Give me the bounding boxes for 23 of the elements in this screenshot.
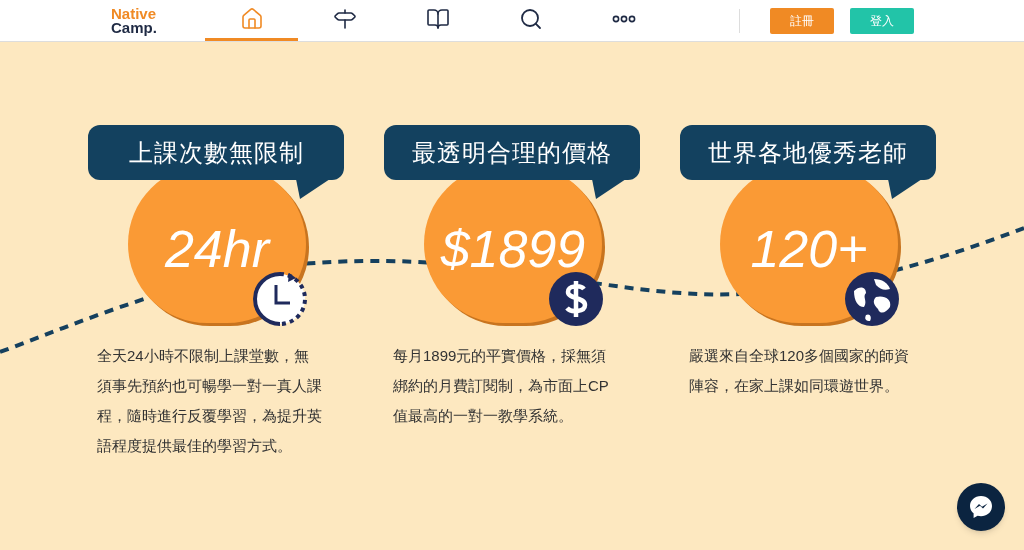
stat-number: 120+ xyxy=(750,219,868,280)
feature-title: 最透明合理的價格 xyxy=(412,137,612,168)
signup-button[interactable]: 註冊 xyxy=(770,7,834,34)
globe-icon xyxy=(844,271,900,327)
feature-description: 每月1899元的平實價格，採無須綁約的月費訂閱制，為市面上CP值最高的一對一教學系統。 xyxy=(393,346,610,426)
more-icon xyxy=(611,15,636,23)
messenger-button[interactable] xyxy=(957,483,1005,531)
feature-description: 全天24小時不限制上課堂數，無須事先預約也可暢學一對一真人課程，隨時進行反覆學習，為提升英語程度提供最佳的學習方式。 xyxy=(97,346,323,456)
feature-title: 上課次數無限制 xyxy=(128,137,304,168)
login-button[interactable]: 登入 xyxy=(850,7,914,34)
feature-title: 世界各地優秀老師 xyxy=(708,137,908,168)
feature-description: 嚴選來自全球120多個國家的師資陣容，在家上課如同環遊世界。 xyxy=(689,346,911,396)
clock-icon xyxy=(252,271,308,327)
messenger-icon xyxy=(968,494,994,520)
search-icon xyxy=(518,7,543,31)
stat-number: 24hr xyxy=(164,219,270,280)
stat-number: $1899 xyxy=(440,219,586,280)
signpost-icon xyxy=(332,7,357,31)
dollar-icon xyxy=(548,271,604,327)
book-icon xyxy=(425,7,450,31)
home-icon xyxy=(239,7,264,31)
logo-text: Camp. xyxy=(111,20,158,35)
logo-text: Native xyxy=(111,6,158,21)
